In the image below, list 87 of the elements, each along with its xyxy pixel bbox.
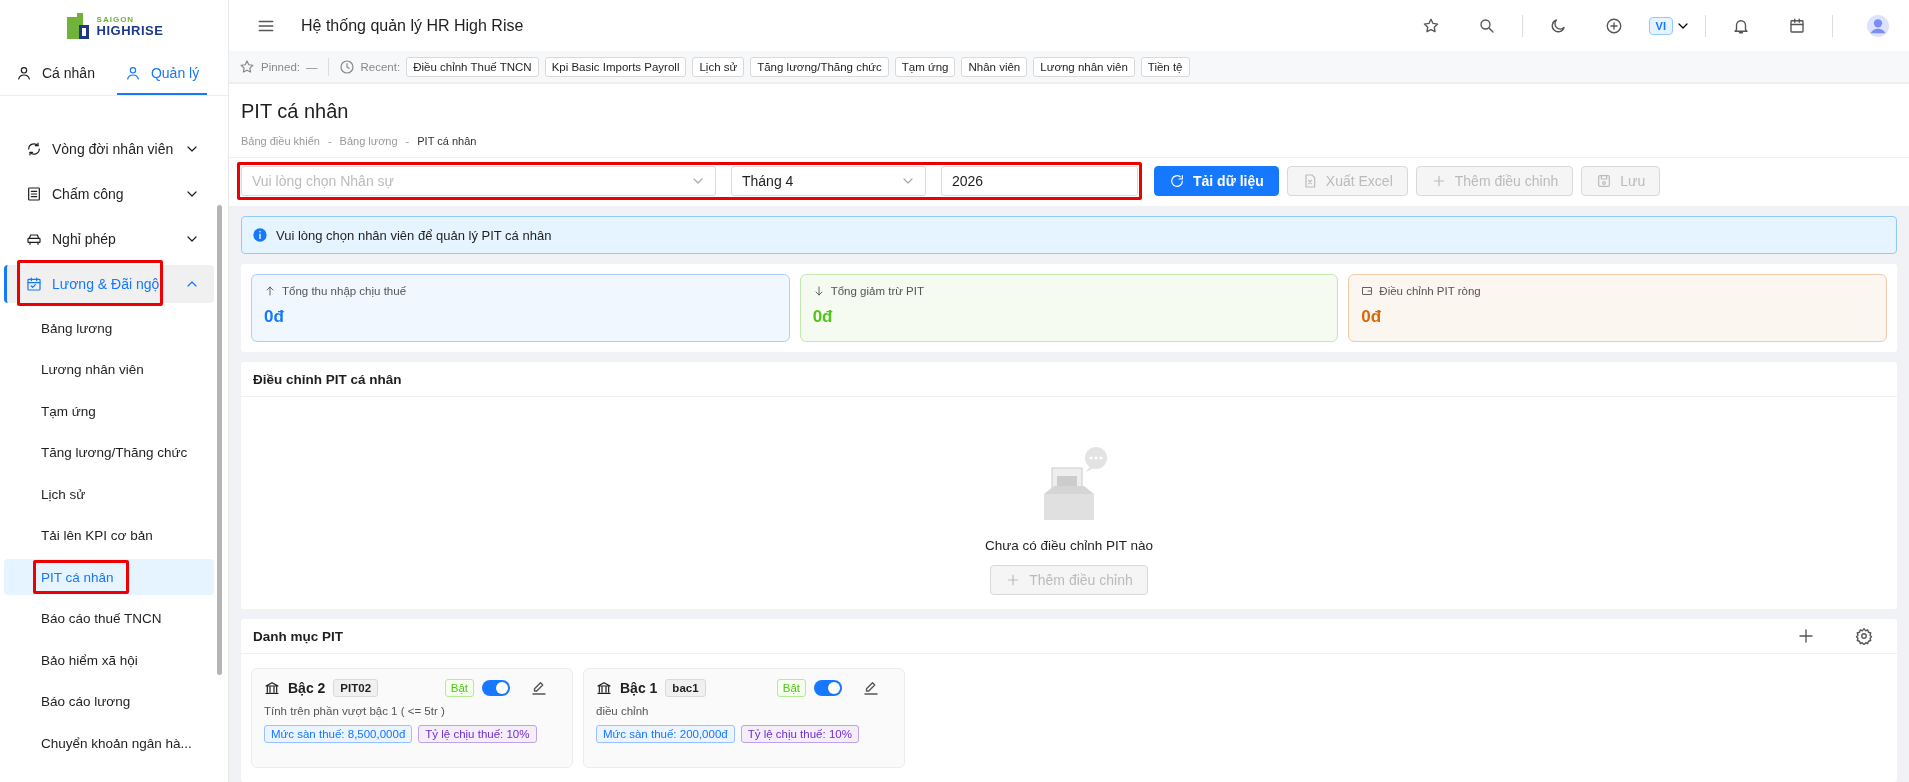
avatar-icon[interactable] — [1867, 14, 1889, 37]
star-icon — [1421, 16, 1440, 35]
bracket-description: điều chỉnh — [596, 705, 650, 717]
sidebar-tab[interactable]: Cá nhân — [8, 52, 103, 95]
recent-chip[interactable]: Tạm ứng — [894, 56, 956, 77]
nav-subitem[interactable]: Báo cáo lương — [4, 683, 214, 720]
nav-subitem[interactable]: Tải lên KPI cơ bản — [4, 517, 214, 554]
arrow-up-icon — [264, 285, 276, 297]
clock-icon — [338, 58, 355, 75]
nav-item[interactable]: Chấm công — [4, 175, 214, 213]
app-title: Hệ thống quản lý HR High Rise — [301, 16, 525, 35]
nav-subitem[interactable]: Tăng lương/Thăng chức — [4, 434, 214, 471]
nav-subitem[interactable]: Tạm ứng — [4, 393, 214, 429]
recent-label: Recent: — [360, 60, 401, 73]
page-title: PIT cá nhân — [241, 100, 350, 123]
stat-label: Điều chỉnh PIT ròng — [1379, 285, 1481, 297]
star-icon — [239, 58, 255, 75]
stat-value: 0đ — [812, 307, 834, 327]
logo-text: HIGHRISE — [96, 23, 164, 37]
bracket-description: Tính trên phần vượt bậc 1 ( <= 5tr ) — [264, 705, 446, 717]
nav-subitem[interactable]: Bảo hiểm xã hội — [4, 642, 214, 678]
bracket-code: bac1 — [665, 679, 706, 697]
nav-subitem[interactable]: Lịch sử — [4, 476, 214, 512]
breadcrumb-separator: - — [327, 135, 332, 147]
calendar-icon — [1788, 16, 1806, 35]
nav-item[interactable]: Vòng đời nhân viên — [4, 130, 214, 168]
recent-chip[interactable]: Nhân viên — [961, 56, 1028, 77]
plus-icon — [1797, 627, 1815, 645]
reload-icon — [1169, 173, 1185, 189]
add-circle-icon — [1604, 16, 1623, 35]
bank-icon — [596, 680, 612, 696]
nav-subitem[interactable]: Bảng lương — [4, 310, 214, 346]
recent-chip[interactable]: Tăng lương/Thăng chức — [750, 56, 889, 77]
bracket-name: Bậc 2 — [288, 680, 326, 696]
info-tag: Mức sàn thuế: 200,000đ — [596, 725, 735, 743]
breadcrumb: PIT cá nhân — [417, 135, 477, 147]
empty-message: Chưa có điều chỉnh PIT nào — [985, 538, 1153, 553]
refresh-icon — [26, 141, 42, 157]
section-title: Danh mục PIT — [253, 628, 344, 644]
save-icon — [1596, 173, 1613, 189]
list-icon — [26, 186, 42, 202]
edit-icon — [862, 679, 880, 697]
recent-chip[interactable]: Điều chỉnh Thuế TNCN — [406, 56, 539, 77]
pinned-label: Pinned: — [261, 60, 300, 73]
search-icon — [1477, 16, 1496, 35]
action-button[interactable]: Tải dữ liệu — [1154, 166, 1279, 196]
status-tag: Bật — [776, 679, 806, 697]
pinned-empty: — — [306, 60, 318, 73]
year-field[interactable]: 2026 — [941, 166, 1138, 196]
stat-value: 0đ — [1361, 307, 1383, 327]
alert-message: Vui lòng chọn nhân viên để quản lý PIT cá nhân — [276, 227, 552, 243]
nav-item[interactable]: Nghỉ phép — [4, 220, 214, 258]
status-tag: Bật — [444, 679, 474, 697]
bracket-code: PIT02 — [333, 679, 379, 697]
nav-subitem[interactable]: Lương nhân viên — [4, 351, 214, 388]
edit-icon — [530, 679, 548, 697]
nav-subitem[interactable]: Chuyển khoản ngân hà... — [4, 725, 214, 761]
month-select[interactable]: Tháng 4 — [731, 166, 926, 196]
recent-chip[interactable]: Tiền tệ — [1140, 56, 1190, 77]
bank-icon — [264, 680, 280, 696]
recent-chip[interactable]: Lịch sử — [692, 56, 745, 77]
car-icon — [26, 231, 42, 247]
bracket-name: Bậc 1 — [620, 680, 658, 696]
stat-label: Tổng giảm trừ PIT — [830, 285, 924, 297]
user-icon — [16, 64, 32, 81]
logo-text: SAIGON — [96, 15, 136, 24]
info-tag: Tỷ lệ chịu thuế: 10% — [740, 725, 859, 743]
nav-subitem[interactable]: PIT cá nhân — [4, 559, 214, 595]
section-title: Điều chỉnh PIT cá nhân — [253, 371, 403, 387]
settings-icon — [1855, 627, 1873, 645]
scrollbar[interactable] — [217, 205, 222, 675]
wallet-icon — [1361, 285, 1374, 297]
info-tag: Tỷ lệ chịu thuế: 10% — [418, 725, 537, 743]
sidebar-tab[interactable]: Quản lý — [116, 52, 208, 95]
stat-value: 0đ — [264, 307, 285, 327]
recent-chip[interactable]: Lương nhân viên — [1033, 56, 1135, 77]
user-icon — [124, 64, 141, 81]
calendar-icon — [26, 276, 42, 292]
stat-label: Tổng thu nhập chịu thuế — [282, 285, 407, 297]
recent-chip[interactable]: Kpi Basic Imports Payroll — [544, 56, 687, 77]
toggle-switch[interactable] — [814, 680, 842, 696]
toggle-switch[interactable] — [482, 680, 510, 696]
info-icon — [252, 227, 268, 243]
info-tag: Mức sàn thuế: 8,500,000đ — [264, 725, 413, 743]
breadcrumb-separator: - — [405, 135, 410, 147]
nav-subitem[interactable]: Báo cáo thuế TNCN — [4, 600, 214, 637]
employee-select[interactable]: Vui lòng chọn Nhân sự — [241, 166, 716, 196]
